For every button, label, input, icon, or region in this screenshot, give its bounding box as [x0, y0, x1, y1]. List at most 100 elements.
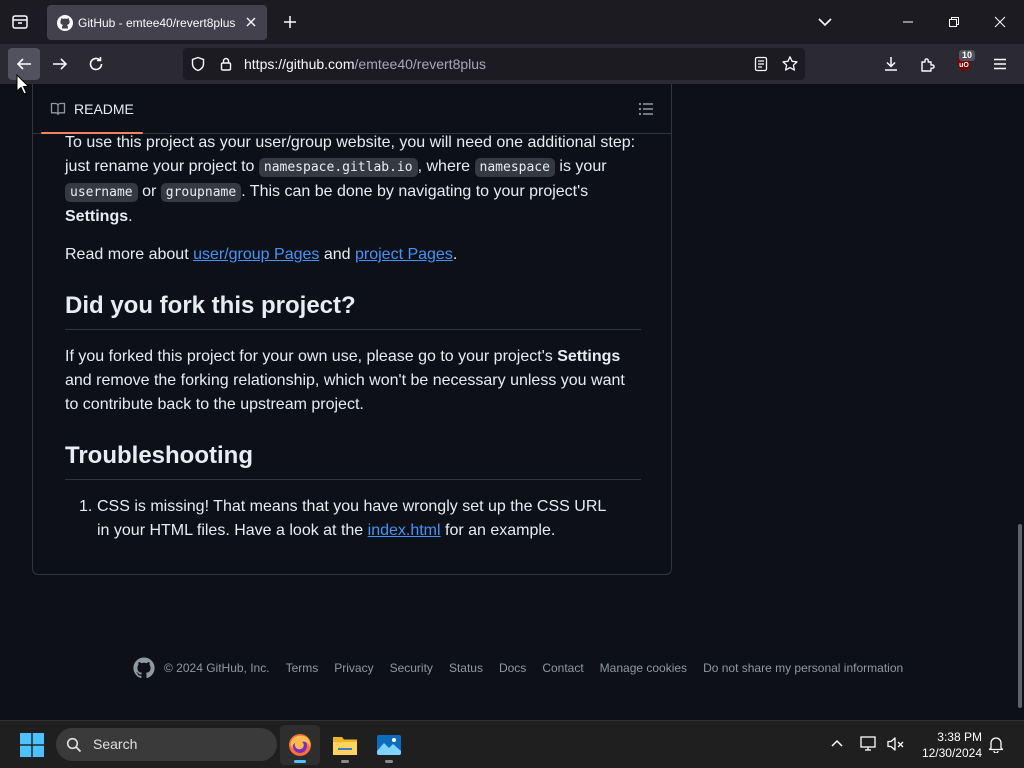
text-run: for an example.: [440, 522, 556, 539]
list-item: 1. CSS is missing! That means that you h…: [65, 495, 641, 543]
arrow-right-icon: [53, 58, 68, 70]
index-html-link[interactable]: index.html: [368, 522, 441, 539]
address-bar[interactable]: https://github.com/emtee40/revert8plus: [183, 48, 805, 80]
footer-link-contact[interactable]: Contact: [542, 661, 583, 675]
heading-fork-section: Did you fork this project?: [65, 291, 641, 330]
notification-bell-icon[interactable]: [987, 735, 1005, 753]
tracking-protection-shield-icon[interactable]: [190, 56, 206, 72]
readme-tab-label: README: [74, 100, 134, 117]
minimize-window-button[interactable]: [898, 12, 918, 32]
new-tab-button[interactable]: [279, 11, 301, 33]
close-tab-icon[interactable]: [244, 15, 258, 29]
footer-copyright: © 2024 GitHub, Inc.: [164, 661, 270, 675]
browser-tab-active[interactable]: GitHub - emtee40/revert8plus: [47, 5, 267, 40]
inline-code: namespace.gitlab.io: [258, 158, 418, 177]
readme-tab[interactable]: README: [41, 84, 143, 134]
plus-icon: [284, 16, 296, 28]
text-run: . This can be done by navigating to your…: [241, 183, 589, 200]
extensions-button[interactable]: [912, 48, 944, 80]
hamburger-menu-icon: [994, 58, 1006, 70]
readme-header: README: [33, 84, 671, 134]
text-run: .: [128, 208, 133, 225]
firefox-icon: [289, 734, 311, 756]
close-window-icon: [994, 16, 1006, 28]
volume-muted-icon[interactable]: [886, 735, 906, 753]
restore-window-button[interactable]: [944, 12, 964, 32]
windows-taskbar: Search 3:38 PM 12/30/2024: [0, 720, 1024, 768]
bookmark-star-icon[interactable]: [781, 55, 799, 73]
svg-text:uO: uO: [959, 62, 969, 69]
page-scrollbar-thumb[interactable]: [1018, 524, 1022, 708]
text-run: .: [452, 246, 458, 263]
bold-text: Settings: [65, 208, 129, 225]
user-group-pages-link[interactable]: user/group Pages: [193, 246, 319, 263]
mouse-cursor-icon: [16, 74, 30, 95]
readme-paragraph-fork: If you forked this project for your own …: [65, 345, 641, 417]
bold-text: Settings: [557, 348, 621, 365]
reload-icon: [89, 57, 103, 71]
close-window-button[interactable]: [990, 12, 1010, 32]
active-tab-underline: [41, 132, 143, 134]
puzzle-piece-icon: [921, 58, 935, 72]
inline-code: namespace: [474, 158, 555, 177]
text-run: is your: [554, 158, 607, 175]
running-indicator: [385, 760, 393, 763]
running-indicator: [341, 760, 349, 763]
footer-link-terms[interactable]: Terms: [286, 661, 319, 675]
list-all-tabs-chevron-down-icon[interactable]: [815, 12, 835, 32]
footer-link-docs[interactable]: Docs: [499, 661, 526, 675]
system-clock[interactable]: 3:38 PM 12/30/2024: [916, 729, 982, 761]
project-pages-link[interactable]: project Pages: [355, 246, 453, 263]
tab-title: GitHub - emtee40/revert8plus: [78, 15, 236, 30]
app-menu-button[interactable]: [984, 48, 1016, 80]
text-run: Read more about: [65, 246, 194, 263]
inline-code: groupname: [160, 183, 242, 202]
reload-button[interactable]: [80, 48, 112, 80]
url-host: https://github.com: [244, 56, 355, 72]
taskbar-search-box[interactable]: Search: [56, 728, 277, 761]
github-favicon-icon: [57, 14, 73, 31]
reader-view-icon[interactable]: [753, 56, 769, 72]
downloads-button[interactable]: [875, 48, 907, 80]
download-icon: [885, 57, 897, 71]
firefox-view-button[interactable]: [6, 8, 34, 36]
site-footer: © 2024 GitHub, Inc. Terms Privacy Securi…: [132, 656, 919, 680]
footer-link-status[interactable]: Status: [449, 661, 483, 675]
restore-icon: [949, 17, 959, 27]
clock-time: 3:38 PM: [937, 730, 982, 744]
taskbar-file-explorer-app[interactable]: [325, 725, 365, 765]
footer-link-privacy[interactable]: Privacy: [334, 661, 373, 675]
text-run: or: [137, 183, 161, 200]
taskbar-firefox-app[interactable]: [280, 725, 320, 765]
firefox-view-icon: [12, 15, 28, 29]
web-page-content: To use this project as your user/group w…: [0, 84, 1024, 720]
readme-paragraph-read-more: Read more about user/group Pages and pro…: [65, 243, 641, 267]
search-placeholder: Search: [93, 736, 138, 752]
footer-link-security[interactable]: Security: [390, 661, 433, 675]
browser-tab-strip: GitHub - emtee40/revert8plus: [0, 0, 1024, 44]
folder-icon: [333, 737, 357, 755]
footer-link-manage-cookies[interactable]: Manage cookies: [600, 661, 687, 675]
lock-icon[interactable]: [218, 56, 234, 72]
windows-start-icon[interactable]: [20, 733, 44, 757]
clock-date: 12/30/2024: [921, 746, 982, 760]
list-item-text: CSS is missing! That means that you have…: [97, 495, 617, 543]
taskbar-photos-app[interactable]: [369, 725, 409, 765]
heading-troubleshooting-section: Troubleshooting: [65, 441, 641, 480]
text-run: and: [319, 246, 355, 263]
ublock-count-badge: 10: [959, 50, 976, 61]
text-run: If you forked this project for your own …: [65, 348, 558, 365]
footer-link-do-not-share[interactable]: Do not share my personal information: [703, 661, 903, 675]
running-indicator: [294, 760, 306, 763]
show-hidden-icons-chevron-up-icon[interactable]: [829, 735, 845, 751]
text-run: and remove the forking relationship, whi…: [65, 372, 625, 413]
heading-troubleshooting: Troubleshooting: [65, 441, 641, 480]
minimize-icon: [903, 21, 913, 23]
github-logo-icon[interactable]: [132, 656, 156, 680]
url-text: https://github.com/emtee40/revert8plus: [244, 56, 486, 72]
table-of-contents-list-icon[interactable]: [637, 100, 655, 118]
network-icon[interactable]: [859, 735, 879, 753]
forward-button[interactable]: [44, 48, 76, 80]
photos-icon: [377, 735, 401, 755]
inline-code: username: [65, 183, 138, 202]
